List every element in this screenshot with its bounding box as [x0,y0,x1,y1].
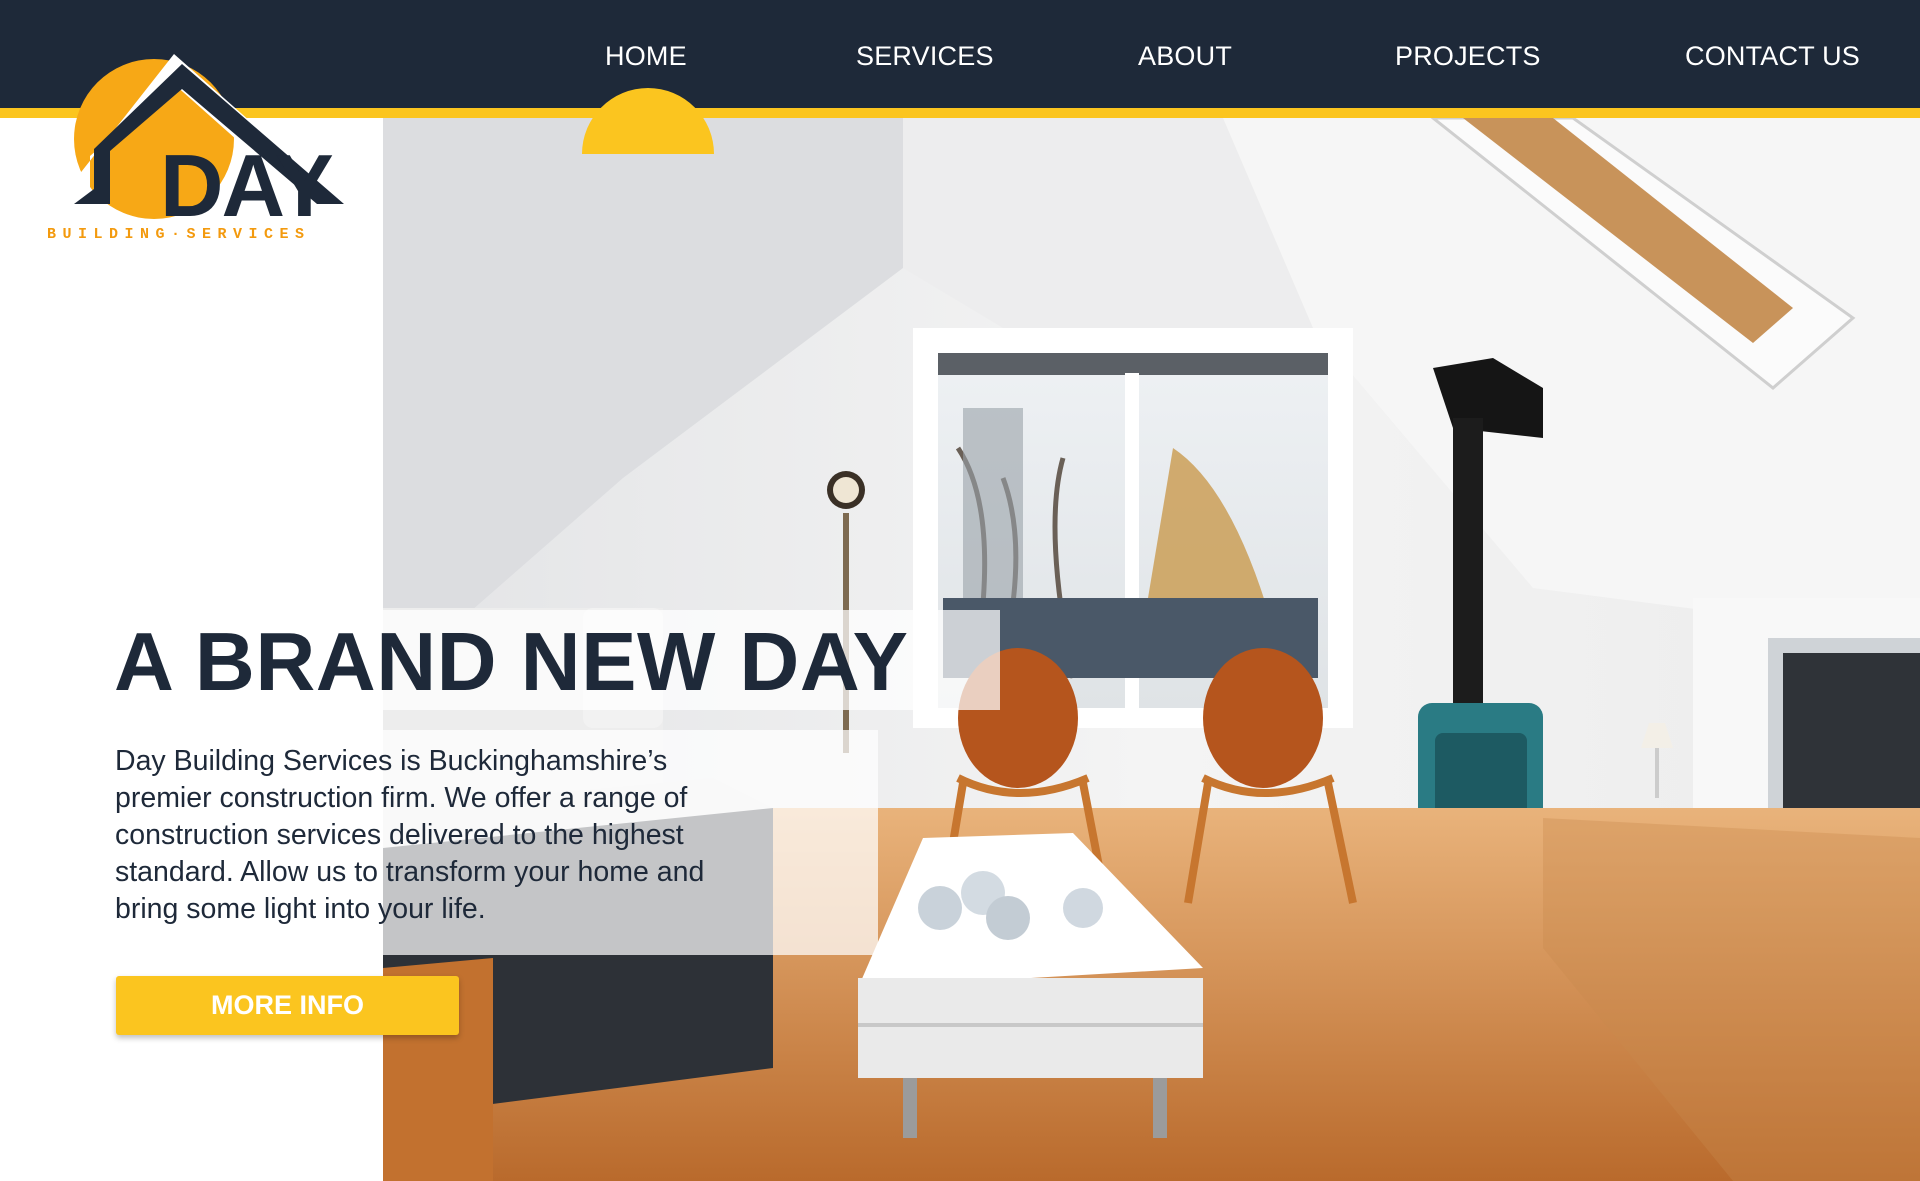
logo-wordmark: DAY [160,136,333,235]
nav-projects[interactable]: PROJECTS [1395,38,1541,74]
hero-body-line: standard. Allow us to transform your hom… [115,856,705,888]
nav-about[interactable]: ABOUT [1138,38,1232,74]
hero-headline: A BRAND NEW DAY [114,615,909,708]
page: HOME SERVICES ABOUT PROJECTS CONTACT US … [0,0,1920,1181]
nav-contact-us[interactable]: CONTACT US [1685,38,1860,74]
hero-body-line: construction services delivered to the h… [115,819,684,851]
logo-tagline: BUILDING·SERVICES [47,226,311,243]
nav-home[interactable]: HOME [605,38,687,74]
hero-body-line: Day Building Services is Buckinghamshire… [115,745,668,777]
logo[interactable]: DAY [34,34,364,254]
more-info-button[interactable]: MORE INFO [116,976,459,1035]
nav-services[interactable]: SERVICES [856,38,994,74]
hero-body-line: premier construction firm. We offer a ra… [115,782,688,814]
hero-body-line: bring some light into your life. [115,893,486,925]
